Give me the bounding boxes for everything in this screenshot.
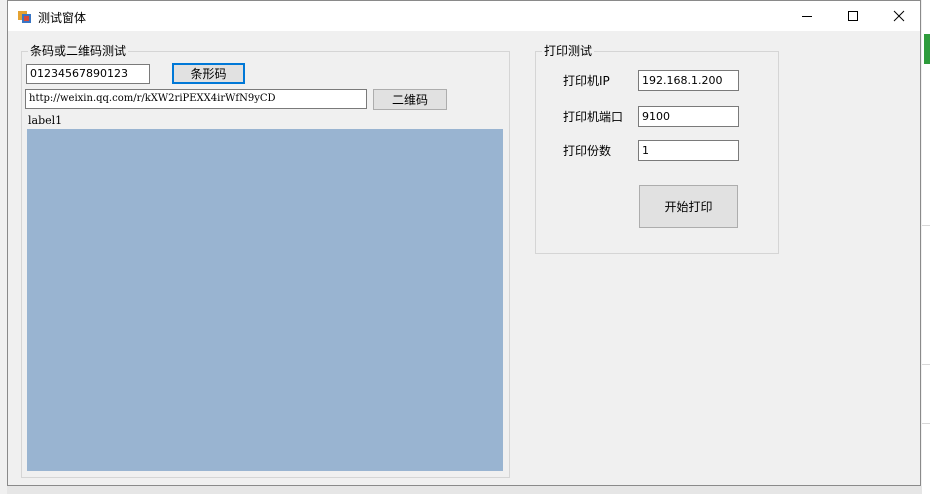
print-group-title: 打印测试 (542, 44, 595, 59)
barcode-input[interactable]: 01234567890123 (26, 64, 150, 84)
close-icon (893, 10, 905, 22)
background-divider (922, 225, 930, 226)
maximize-icon (848, 11, 858, 21)
window-bottom-shadow (7, 486, 922, 494)
qrcode-input[interactable]: http://weixin.qq.com/r/kXW2riPEXX4irWfN9… (25, 89, 367, 109)
test-form-window: 测试窗体 条码或二维码测试 01234567890123 条形码 http://… (7, 0, 921, 486)
qrcode-button[interactable]: 二维码 (373, 89, 447, 110)
print-copies-input[interactable]: 1 (638, 140, 739, 161)
background-window-edge (922, 0, 930, 494)
close-button[interactable] (876, 1, 922, 31)
printer-ip-label: 打印机IP (563, 74, 610, 88)
maximize-button[interactable] (830, 1, 876, 31)
print-copies-label: 打印份数 (563, 144, 612, 158)
background-divider (922, 364, 930, 365)
barcode-button[interactable]: 条形码 (172, 63, 245, 84)
barcode-group-title: 条码或二维码测试 (28, 44, 129, 59)
background-divider (922, 423, 930, 424)
app-icon (18, 11, 31, 23)
output-label: label1 (28, 114, 63, 127)
minimize-icon (802, 16, 812, 17)
background-accent-strip (924, 34, 930, 64)
start-print-button[interactable]: 开始打印 (639, 185, 738, 228)
printer-ip-input[interactable]: 192.168.1.200 (638, 70, 739, 91)
title-bar[interactable]: 测试窗体 (8, 1, 920, 31)
window-title: 测试窗体 (38, 11, 87, 25)
printer-port-input[interactable]: 9100 (638, 106, 739, 127)
printer-port-label: 打印机端口 (563, 110, 624, 124)
code-preview-picture (27, 129, 503, 471)
minimize-button[interactable] (784, 1, 830, 31)
